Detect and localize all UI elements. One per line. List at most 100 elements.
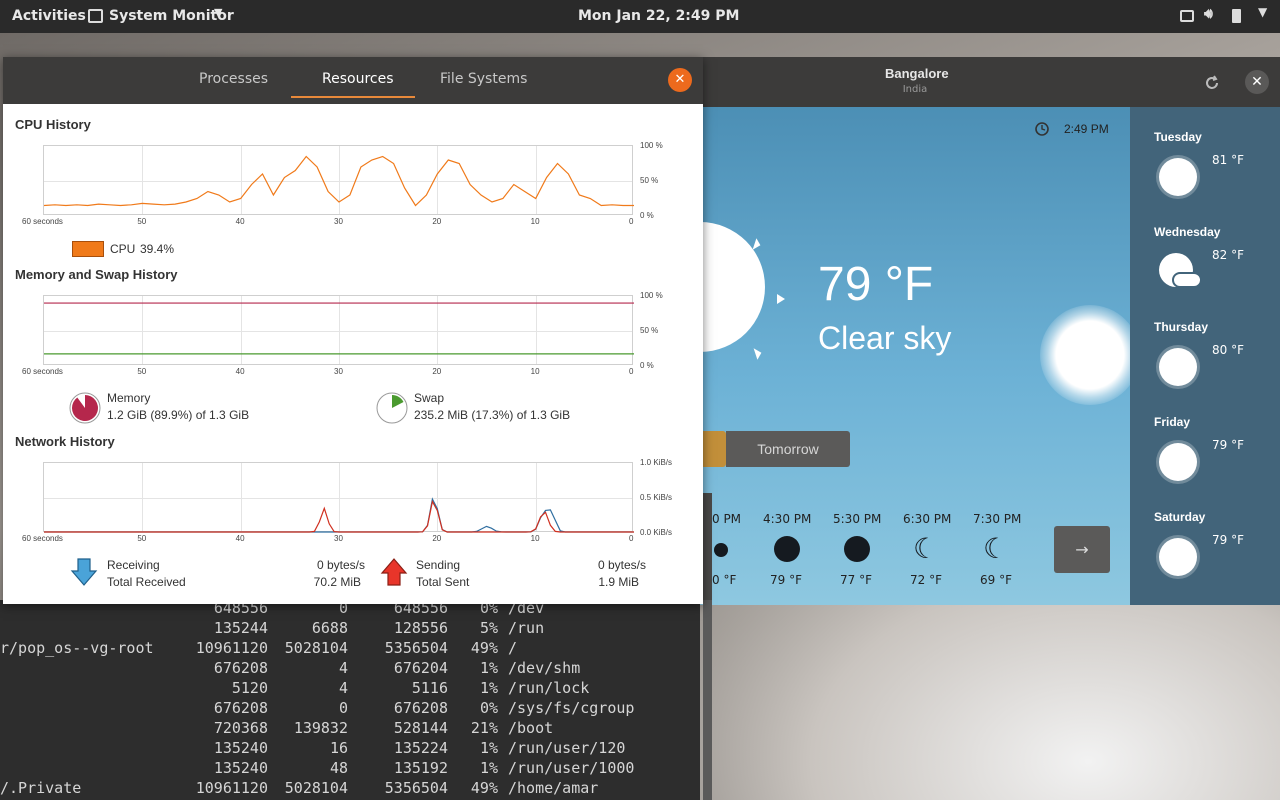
tab-today[interactable] xyxy=(700,431,726,467)
system-monitor-window: Processes Resources File Systems ✕ CPU H… xyxy=(3,57,703,604)
x-tick-label: 10 xyxy=(530,534,540,543)
x-tick-label: 10 xyxy=(530,367,540,376)
mount-point: /run/user/120 xyxy=(508,739,626,757)
receiving-arrow-icon[interactable] xyxy=(69,557,99,587)
swap-value: 235.2 MiB (17.3%) of 1.3 GiB xyxy=(414,408,571,422)
terminal-line: 676208 4 676204 1% /dev/shm xyxy=(0,658,700,678)
mount-point: /run/user/1000 xyxy=(508,759,635,777)
total-sent-value: 1.9 MiB xyxy=(598,575,639,589)
mount-point: /run/lock xyxy=(508,679,590,697)
size-blocks: 676208 xyxy=(213,659,268,677)
top-bar: Activities System Monitor ▼ Mon Jan 22, … xyxy=(0,0,1280,33)
x-tick-label: 0 xyxy=(629,534,634,543)
y-tick-label: 0.5 KiB/s xyxy=(640,493,673,502)
hourly-time: 0 PM xyxy=(712,512,742,526)
terminal-window[interactable]: 648556 0 648556 0%/dev 135244 6688 128556 5%/ru… xyxy=(0,600,700,800)
x-tick-label: 40 xyxy=(235,217,245,226)
city-name: Bangalore xyxy=(885,66,949,81)
chevron-down-icon[interactable]: ▼ xyxy=(214,6,222,19)
x-tick-label: 10 xyxy=(530,217,540,226)
screen-icon[interactable] xyxy=(1180,10,1194,22)
forecast-day: Tuesday xyxy=(1154,130,1202,144)
clock-icon xyxy=(1035,122,1049,136)
size-blocks: 10961120 xyxy=(195,779,268,797)
size-blocks: 10961120 xyxy=(195,639,268,657)
tab-file-systems[interactable]: File Systems xyxy=(440,71,527,87)
hourly-temp: 77 °F xyxy=(840,573,872,587)
terminal-line: r/pop_os--vg-root 10961120 5028104 5356504 4… xyxy=(0,638,700,658)
use-percent: 5% xyxy=(479,619,498,637)
moon-icon: ☾ xyxy=(983,532,1009,565)
total-received-value: 70.2 MiB xyxy=(313,575,361,589)
hourly-temp: 69 °F xyxy=(980,573,1012,587)
system-monitor-app-icon xyxy=(88,9,103,23)
x-tick-label: 30 xyxy=(334,367,343,376)
x-tick-label: 50 xyxy=(137,217,147,226)
weather-window: Bangalore India ✕ 2:49 PM 79 °F Clear sk… xyxy=(690,57,1280,605)
hourly-next-button[interactable]: → xyxy=(1054,526,1110,573)
volume-icon[interactable]: 🔊︎ xyxy=(1204,6,1218,22)
cpu-usage-value: 39.4% xyxy=(140,242,175,256)
total-sent-label: Total Sent xyxy=(416,575,470,589)
weather-close-button[interactable]: ✕ xyxy=(1245,70,1269,94)
sun-ray xyxy=(749,348,762,360)
sun-ray xyxy=(777,294,785,304)
x-tick-label: 50 xyxy=(137,367,147,376)
cpu-history-title: CPU History xyxy=(15,117,91,132)
sending-series-line xyxy=(44,499,634,533)
filesystem-name: /.Private xyxy=(0,779,82,797)
memory-history-title: Memory and Swap History xyxy=(15,267,178,282)
memory-history-graph xyxy=(43,295,634,365)
tab-tomorrow[interactable]: Tomorrow xyxy=(726,431,850,467)
active-tab-indicator xyxy=(291,96,415,98)
sending-label: Sending xyxy=(416,558,461,572)
hourly-time: 7:30 PM xyxy=(973,512,1022,526)
size-blocks: 135244 xyxy=(213,619,268,637)
swap-pie-icon[interactable] xyxy=(376,392,408,424)
mount-point: /boot xyxy=(508,719,554,737)
terminal-scrollbar[interactable] xyxy=(703,600,712,800)
available-blocks: 528144 xyxy=(393,719,448,737)
x-tick-label: 20 xyxy=(432,534,442,543)
tab-processes[interactable]: Processes xyxy=(199,71,268,87)
refresh-icon[interactable] xyxy=(1203,74,1221,92)
sending-arrow-icon[interactable] xyxy=(379,557,409,587)
available-blocks: 135192 xyxy=(393,759,448,777)
used-blocks: 48 xyxy=(329,759,348,777)
terminal-line: /.Private 10961120 5028104 5356504 49% /home/… xyxy=(0,778,700,798)
weather-header: Bangalore India ✕ xyxy=(700,57,1280,107)
used-blocks: 16 xyxy=(329,739,348,757)
available-blocks: 676204 xyxy=(393,659,448,677)
moon-icon: ☾ xyxy=(913,532,939,565)
use-percent: 0% xyxy=(479,699,498,717)
close-button[interactable]: ✕ xyxy=(668,68,692,92)
y-tick-label: 50 % xyxy=(640,326,659,335)
power-menu-icon[interactable]: ▼ xyxy=(1258,5,1272,19)
daily-forecast-sidebar: Tuesday 81 °F Wednesday 82 °F Thursday 8… xyxy=(1130,107,1280,605)
x-tick-label: 60 seconds xyxy=(22,534,63,543)
size-blocks: 720368 xyxy=(213,719,268,737)
tab-resources[interactable]: Resources xyxy=(322,71,394,87)
clock[interactable]: Mon Jan 22, 2:49 PM xyxy=(578,8,739,24)
cpu-series-line xyxy=(44,155,634,207)
forecast-temp: 82 °F xyxy=(1212,248,1244,262)
total-received-label: Total Received xyxy=(107,575,186,589)
forecast-temp: 81 °F xyxy=(1212,153,1244,167)
x-tick-label: 40 xyxy=(235,534,245,543)
x-tick-label: 60 seconds xyxy=(22,217,63,226)
battery-icon[interactable] xyxy=(1232,9,1241,23)
size-blocks: 135240 xyxy=(213,739,268,757)
cloudy-night-icon xyxy=(714,543,728,557)
available-blocks: 676208 xyxy=(393,699,448,717)
cpu-history-graph xyxy=(43,145,634,215)
weather-main-panel: 2:49 PM 79 °F Clear sky Tomorrow 0 PM 0 … xyxy=(690,107,1140,605)
x-tick-label: 60 seconds xyxy=(22,367,63,376)
terminal-line: 135240 16 135224 1% /run/user/120 xyxy=(0,738,700,758)
sending-rate: 0 bytes/s xyxy=(597,558,646,572)
forecast-day: Friday xyxy=(1154,415,1191,429)
activities-button[interactable]: Activities xyxy=(12,8,86,24)
memory-pie-icon[interactable] xyxy=(69,392,101,424)
current-time: 2:49 PM xyxy=(1064,122,1109,136)
hourly-temp: 0 °F xyxy=(712,573,737,587)
cpu-color-swatch[interactable] xyxy=(72,241,104,257)
